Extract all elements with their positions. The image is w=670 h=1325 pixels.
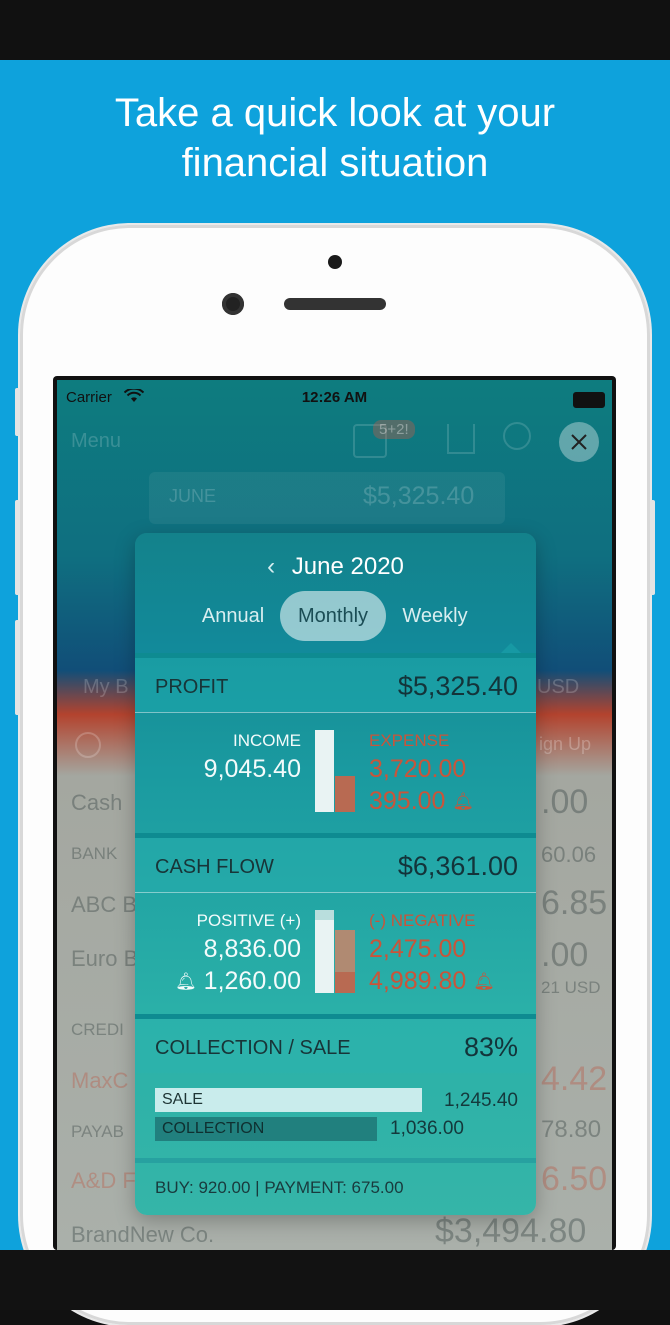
income-bar: [315, 730, 334, 812]
expense-pending-value: 395.00: [369, 787, 446, 815]
cashflow-divider: [135, 892, 536, 893]
positive-pending-bar: [315, 910, 334, 920]
bg-row-euro-usd: 21 USD: [541, 978, 601, 997]
bg-row-credit: CREDI: [71, 1020, 124, 1039]
bg-row-cash: Cash: [71, 790, 123, 815]
promo-headline: Take a quick look at your financial situ…: [0, 88, 670, 188]
month-title: June 2020: [291, 553, 404, 580]
bg-row-abc: ABC B: [71, 892, 138, 917]
bg-row-payable: PAYAB: [71, 1122, 124, 1141]
bg-row-abc-value: 6.85: [541, 884, 608, 922]
bg-row-brandnew: BrandNew Co.: [71, 1222, 215, 1247]
battery-icon: [573, 392, 605, 408]
collection-title: COLLECTION / SALE: [155, 1037, 351, 1059]
status-time: 12:26 AM: [301, 389, 368, 406]
bottom-letterbox: [0, 1250, 670, 1310]
bg-row-euro: Euro B: [71, 946, 139, 971]
negative-pending-bar: [335, 972, 355, 993]
bg-row-payable-value: 78.80: [541, 1116, 602, 1143]
collection-value: 83%: [463, 1032, 518, 1062]
negative-pending: 4,989.80 🔔︎: [369, 967, 495, 996]
popup-header: ‹ June 2020 Annual Monthly Weekly: [135, 533, 536, 653]
cashflow-title: CASH FLOW: [155, 856, 274, 878]
bg-info-icon: [75, 732, 101, 758]
bg-my-books: My B: [83, 676, 129, 698]
positive-pending: 🔔︎ 1,260.00: [175, 967, 301, 996]
reminder-badge: 5+2!: [373, 420, 415, 439]
bg-sign-up[interactable]: ign Up: [539, 734, 591, 755]
expense-label: EXPENSE: [369, 731, 450, 750]
month-selector[interactable]: ‹ June 2020: [135, 553, 536, 581]
expense-value: 3,720.00: [369, 755, 467, 783]
bell-icon: 🔔︎: [452, 792, 475, 812]
phone-volume-up: [15, 500, 20, 595]
status-bar: Carrier 12:26 AM: [57, 386, 612, 410]
popup-arrow: [501, 643, 521, 653]
sale-label: SALE: [162, 1091, 203, 1108]
tab-weekly[interactable]: Weekly: [390, 591, 480, 641]
negative-label: (-) NEGATIVE: [369, 911, 476, 930]
bg-currency: USD: [537, 676, 580, 698]
bg-row-bank: BANK: [71, 844, 118, 863]
phone-volume-down: [15, 620, 20, 715]
bg-row-euro-value: .00: [541, 936, 589, 974]
sale-value: 1,245.40: [444, 1090, 518, 1111]
period-segmented-control: Annual Monthly Weekly: [135, 591, 536, 641]
search-icon[interactable]: [503, 422, 531, 450]
bell-icon: 🔔︎: [473, 972, 495, 992]
headline-line-2: financial situation: [181, 141, 489, 185]
negative-value: 2,475.00: [369, 935, 467, 963]
top-letterbox: [0, 0, 670, 60]
share-icon[interactable]: [447, 424, 475, 454]
positive-pending-value: 1,260.00: [203, 967, 301, 995]
footer-top-bar: [135, 1158, 536, 1163]
bg-row-cash-value: .00: [541, 783, 589, 821]
positive-value: 8,836.00: [203, 935, 301, 963]
income-value: 9,045.40: [203, 755, 301, 783]
bg-row-brandnew-value: $3,494.80: [435, 1212, 587, 1250]
bg-row-ad-value: 6.50: [541, 1160, 608, 1198]
phone-camera: [222, 293, 244, 315]
bg-row-ad: A&D F: [71, 1168, 136, 1193]
negative-pending-value: 4,989.80: [369, 967, 467, 995]
collection-bar: COLLECTION: [155, 1117, 377, 1141]
cashflow-value: $6,361.00: [397, 851, 518, 881]
income-label: INCOME: [233, 731, 301, 750]
collection-amount: 1,036.00: [390, 1118, 464, 1139]
profit-divider: [135, 712, 536, 713]
bg-month-label: JUNE: [169, 486, 217, 506]
bg-row-maxc-value: 4.42: [541, 1060, 608, 1098]
phone-sensor: [328, 255, 342, 269]
menu-button[interactable]: Menu: [71, 430, 121, 453]
chevron-left-icon[interactable]: ‹: [267, 553, 275, 580]
bell-icon: 🔔︎: [175, 972, 197, 992]
buy-payment-summary: BUY: 920.00 | PAYMENT: 675.00: [155, 1178, 404, 1197]
phone-speaker: [284, 298, 386, 310]
sale-bar: SALE: [155, 1088, 422, 1112]
profit-value: $5,325.40: [397, 671, 518, 701]
close-icon[interactable]: [559, 422, 599, 462]
profit-title: PROFIT: [155, 676, 229, 698]
bg-row-maxc: MaxC: [71, 1068, 129, 1093]
expense-pending: 395.00 🔔︎: [369, 787, 474, 816]
expense-bar: [335, 776, 355, 812]
tab-monthly[interactable]: Monthly: [280, 591, 386, 641]
summary-popup: ‹ June 2020 Annual Monthly Weekly PROFIT…: [135, 533, 536, 1215]
headline-line-1: Take a quick look at your: [114, 91, 556, 135]
phone-side-button: [15, 388, 20, 436]
positive-label: POSITIVE (+): [196, 911, 301, 930]
positive-bar: [315, 920, 334, 993]
phone-power-button: [650, 500, 655, 595]
collection-label: COLLECTION: [162, 1120, 265, 1137]
tab-annual[interactable]: Annual: [190, 591, 276, 641]
bg-row-bank-value: 60.06: [541, 842, 597, 867]
negative-bar: [335, 930, 355, 972]
bg-month-value: $5,325.40: [363, 482, 475, 510]
